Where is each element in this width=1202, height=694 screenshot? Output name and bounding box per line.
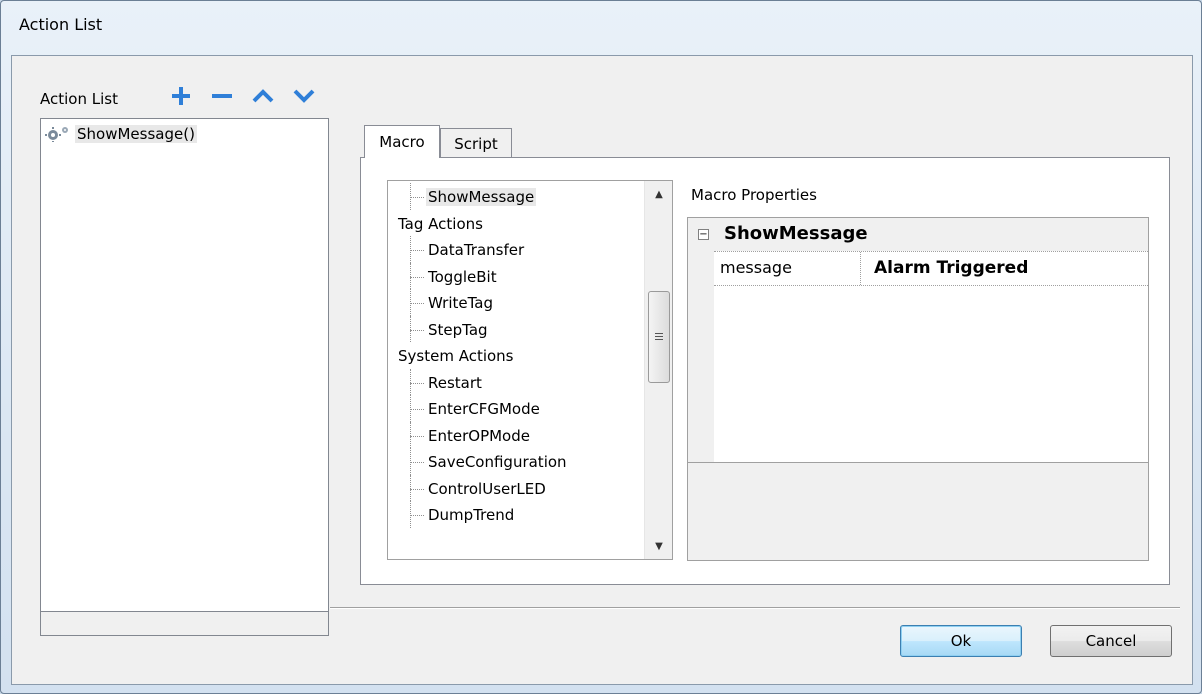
tree-connector	[410, 329, 424, 331]
grip-icon	[655, 332, 663, 342]
action-list-box[interactable]: ShowMessage()	[40, 118, 329, 612]
tree-item[interactable]: ToggleBit	[426, 265, 499, 289]
tree-item[interactable]: ShowMessage	[426, 185, 537, 209]
scroll-down-arrow-icon[interactable]: ▼	[645, 535, 672, 557]
tree-item-label: EnterOPMode	[428, 426, 530, 445]
tree-category[interactable]: Tag Actions	[396, 212, 485, 236]
tree-connector	[410, 183, 411, 210]
tree-item[interactable]: ControlUserLED	[426, 477, 548, 501]
tree-item[interactable]: EnterOPMode	[426, 424, 532, 448]
property-description-area	[688, 462, 1148, 560]
tree-item-label: System Actions	[398, 347, 514, 365]
tree-item[interactable]: Restart	[426, 371, 484, 395]
add-icon	[172, 87, 190, 105]
tree-connector	[410, 276, 424, 278]
tree-connector	[410, 474, 411, 501]
tree-connector	[410, 250, 424, 251]
tree-item-label: EnterCFGMode	[428, 400, 540, 418]
ok-button[interactable]: Ok	[900, 625, 1022, 657]
action-list-label: Action List	[40, 90, 118, 108]
property-value-input[interactable]: Alarm Triggered	[874, 258, 1028, 278]
property-category-name: ShowMessage	[724, 223, 868, 244]
tree-item[interactable]: WriteTag	[426, 291, 495, 315]
ok-button-label: Ok	[950, 632, 972, 650]
tree-item-label: DumpTrend	[428, 506, 515, 524]
tree-connector	[410, 448, 411, 475]
property-divider	[860, 252, 861, 285]
property-gutter	[688, 251, 714, 462]
tree-item[interactable]: EnterCFGMode	[426, 397, 542, 421]
tree-connector	[410, 462, 424, 463]
tree-connector	[410, 262, 411, 289]
tree-connector	[410, 368, 411, 395]
collapse-icon[interactable]: −	[698, 229, 709, 240]
tree-connector	[410, 421, 411, 448]
window-title: Action List	[19, 15, 103, 34]
action-list-dialog: Action List Action List ShowMessage() Ma…	[0, 0, 1202, 694]
tree-connector	[410, 395, 411, 422]
list-item[interactable]: ShowMessage()	[45, 123, 197, 145]
tab-macro[interactable]: Macro	[364, 125, 440, 158]
tab-macro-label: Macro	[379, 133, 425, 151]
tree-connector	[410, 501, 411, 528]
tree-connector	[410, 236, 411, 263]
tree-item[interactable]: DumpTrend	[426, 503, 516, 527]
remove-icon	[212, 94, 232, 98]
cancel-button-label: Cancel	[1085, 632, 1137, 650]
tree-category[interactable]: System Actions	[396, 344, 516, 368]
property-row[interactable]: message Alarm Triggered	[714, 251, 1148, 286]
cancel-button[interactable]: Cancel	[1050, 625, 1172, 657]
macro-tab-panel: ShowMessage Tag Actions DataTransfer Toggle…	[360, 157, 1170, 585]
tree-item-label: ControlUserLED	[428, 479, 546, 498]
scroll-thumb[interactable]	[648, 291, 670, 383]
macro-tree[interactable]: ShowMessage Tag Actions DataTransfer Toggle…	[387, 180, 673, 560]
macro-properties-label: Macro Properties	[691, 186, 817, 204]
chevron-up-icon	[252, 89, 274, 103]
tree-vertical-scrollbar[interactable]: ▲ ▼	[644, 181, 672, 559]
tree-item-label: StepTag	[428, 320, 488, 339]
tree-item-label: ShowMessage	[426, 188, 537, 206]
property-category: − ShowMessage	[688, 218, 1148, 251]
list-item-label: ShowMessage()	[75, 125, 197, 143]
tree-connector	[410, 382, 424, 384]
tree-item[interactable]: StepTag	[426, 318, 490, 342]
tree-item-label: Restart	[428, 373, 482, 392]
tree-item-label: SaveConfiguration	[428, 453, 567, 471]
tree-connector	[410, 289, 411, 316]
tab-script-label: Script	[454, 134, 498, 153]
tree-connector	[410, 197, 424, 198]
tree-connector	[410, 435, 424, 437]
tree-connector	[410, 488, 424, 490]
tree-item[interactable]: DataTransfer	[426, 238, 526, 262]
scroll-up-arrow-icon[interactable]: ▲	[645, 183, 672, 205]
add-action-button[interactable]	[167, 82, 195, 110]
tree-item-label: DataTransfer	[428, 241, 525, 259]
remove-action-button[interactable]	[208, 82, 236, 110]
gear-icon	[45, 127, 68, 142]
property-grid: − ShowMessage message Alarm Triggered	[687, 217, 1149, 561]
move-up-button[interactable]	[249, 82, 277, 110]
tree-connector	[410, 409, 424, 410]
tab-script[interactable]: Script	[440, 128, 512, 158]
chevron-down-icon	[293, 89, 315, 103]
tree-item-label: ToggleBit	[428, 267, 497, 286]
separator	[330, 607, 1180, 609]
tree-item-label: Tag Actions	[398, 214, 483, 233]
tree-connector	[410, 515, 424, 516]
tree-item-label: WriteTag	[428, 294, 493, 312]
list-footer-box	[40, 612, 329, 636]
move-down-button[interactable]	[290, 82, 318, 110]
dialog-client-area: Action List ShowMessage() Macro Script S…	[11, 55, 1193, 685]
tree-item[interactable]: SaveConfiguration	[426, 450, 569, 474]
tree-connector	[410, 303, 424, 304]
property-key: message	[720, 258, 792, 277]
tree-connector	[410, 315, 411, 342]
